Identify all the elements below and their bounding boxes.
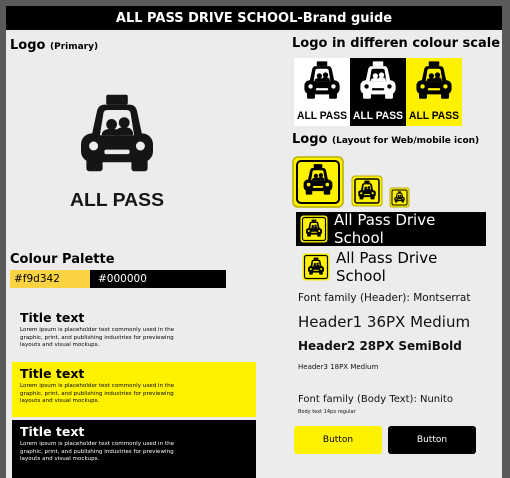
header2-sample: Header2 28PX SemiBold [298,339,462,353]
text-sample-light: Title text Lorem ipsum is placeholder te… [12,306,256,360]
logo-lockup-light: All Pass Drive School [296,249,486,285]
lockup-text: All Pass Drive School [334,211,436,247]
sample-title: Title text [20,310,85,325]
secondary-button[interactable]: Button [388,426,476,454]
variant-wordmark: ALL PASS [353,110,403,122]
sample-body: Lorem ipsum is placeholder text commonly… [20,383,175,404]
body-font-family: Font family (Body Text): Nunito [298,394,453,405]
logo-section-heading: Logo (Primary) [10,38,98,53]
car-icon [81,94,153,172]
car-icon [302,253,330,281]
header1-sample: Header1 36PX Medium [298,313,471,331]
variant-wordmark: ALL PASS [297,110,347,122]
logo-variant-black: ALL PASS [350,58,406,126]
header-font-family: Font family (Header): Montserrat [298,292,471,304]
sample-body: Lorem ipsum is placeholder text commonly… [20,441,175,462]
palette-heading: Colour Palette [10,252,115,267]
swatch-yellow: #f9d342 [10,270,90,288]
sample-body: Lorem ipsum is placeholder text commonly… [20,327,175,348]
colour-scale-logos: ALL PASS ALL PASS ALL PASS [294,58,462,126]
sample-title: Title text [20,366,85,381]
web-icon-heading-subtitle: (Layout for Web/mobile icon) [331,136,480,146]
app-icon-large [292,156,344,208]
palette-swatches: #f9d342 #000000 [10,270,226,288]
app-icon-medium [351,175,383,207]
body-text-sample: Body text 14px regular [298,409,356,415]
logo-heading-title: Logo [10,38,46,53]
page-title: ALL PASS DRIVE SCHOOL-Brand guide [6,6,502,30]
web-icon-heading: Logo (Layout for Web/mobile icon) [292,132,479,147]
primary-button[interactable]: Button [294,426,382,454]
lockup-text: All Pass Drive School [336,249,438,285]
app-icon-small [389,187,410,208]
primary-logo: ALL PASS [70,94,164,210]
web-icon-heading-title: Logo [292,132,328,147]
variant-wordmark: ALL PASS [409,110,459,122]
logo-variant-white: ALL PASS [294,58,350,126]
car-icon [300,215,328,243]
logo-heading-subtitle: (Primary) [49,42,99,52]
text-sample-dark: Title text Lorem ipsum is placeholder te… [12,420,256,478]
colour-scale-heading: Logo in differen colour scale [292,36,501,51]
sample-title: Title text [20,424,85,439]
swatch-black: #000000 [90,270,226,288]
brand-guide-canvas: ALL PASS DRIVE SCHOOL-Brand guide Logo (… [6,6,502,478]
logo-wordmark: ALL PASS [70,190,164,210]
logo-variant-yellow: ALL PASS [406,58,462,126]
text-sample-yellow: Title text Lorem ipsum is placeholder te… [12,362,256,417]
header3-sample: Header3 18PX Medium [298,363,379,371]
logo-lockup-dark: All Pass Drive School [296,211,486,247]
app-icon-sizes [292,156,410,208]
